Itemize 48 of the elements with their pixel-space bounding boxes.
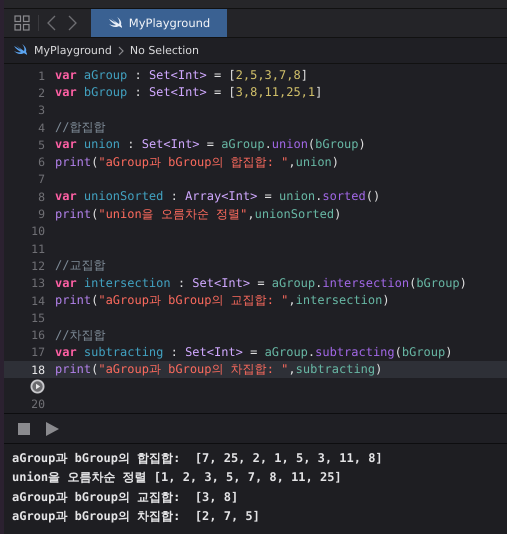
console-output-line: union을 오름차순 정렬 [1, 2, 3, 5, 7, 8, 11, 25] <box>12 469 343 486</box>
stop-icon[interactable] <box>18 422 30 434</box>
line-number: 16 <box>31 328 45 342</box>
file-tab[interactable]: MyPlayground <box>91 9 227 37</box>
line-number: 9 <box>38 207 45 222</box>
console-output-line: aGroup과 bGroup의 합집합: [7, 25, 2, 1, 5, 3, 11, 8] <box>12 450 384 467</box>
line-number: 13 <box>31 276 45 290</box>
line-number: 7 <box>38 172 45 186</box>
line-number: 3 <box>38 103 45 118</box>
grid-icon[interactable] <box>14 15 30 31</box>
code-line: var aGroup : Set<Int> = [2,5,3,7,8] <box>55 67 308 84</box>
code-line: //교집합 <box>55 257 106 274</box>
code-line: print("aGroup과 bGroup의 합집합: ",union) <box>55 154 339 171</box>
line-number: 18 <box>31 362 45 377</box>
code-line: var union : Set<Int> = aGroup.union(bGroup) <box>55 136 366 154</box>
code-line: //합집합 <box>55 119 106 136</box>
console-output-line: aGroup과 bGroup의 교집합: [3, 8] <box>12 488 240 506</box>
line-number: 2 <box>38 86 45 100</box>
code-line: //차집합 <box>55 326 106 344</box>
line-number: 8 <box>38 190 45 204</box>
back-icon[interactable] <box>47 15 56 31</box>
line-number: 14 <box>31 294 45 308</box>
line-number: 6 <box>38 155 45 170</box>
line-number: 11 <box>31 242 45 256</box>
breadcrumb-item[interactable]: No Selection <box>130 44 200 57</box>
swift-icon <box>13 44 28 57</box>
forward-icon[interactable] <box>68 15 77 31</box>
code-line: var unionSorted : Array<Int> = union.sorted() <box>55 188 380 206</box>
code-line: print("aGroup과 bGroup의 교집합: ",intersection) <box>55 292 390 309</box>
swift-icon <box>108 16 123 30</box>
line-number: 17 <box>31 345 45 360</box>
breadcrumb-item[interactable]: MyPlayground <box>34 44 112 57</box>
code-line: var intersection : Set<Int> = aGroup.intersection(bGroup) <box>55 274 467 292</box>
run-icon[interactable] <box>30 379 45 394</box>
chevron-icon <box>118 46 124 56</box>
console-output-line: aGroup과 bGroup의 차집합: [2, 7, 5] <box>12 508 261 525</box>
line-number: 12 <box>31 258 45 273</box>
line-number: 5 <box>38 138 45 152</box>
line-number: 10 <box>31 224 45 238</box>
line-number: 1 <box>38 68 45 83</box>
play-icon[interactable] <box>46 422 59 436</box>
code-line: var bGroup : Set<Int> = [3,8,11,25,1] <box>55 84 322 102</box>
line-number: 20 <box>31 397 45 412</box>
code-line: print("union을 오름차순 정렬",unionSorted) <box>55 206 342 223</box>
line-number: 15 <box>31 310 45 325</box>
line-number: 4 <box>38 120 45 135</box>
code-line: print("aGroup과 bGroup의 차집합: ",subtracting) <box>55 361 382 378</box>
code-line: var subtracting : Set<Int> = aGroup.subtracting(bGroup) <box>55 344 452 361</box>
